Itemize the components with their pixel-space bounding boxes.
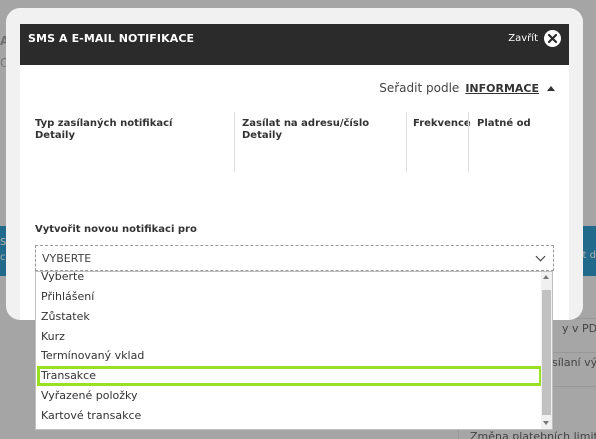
dropdown-option[interactable]: Přihlášení (37, 287, 542, 307)
create-notification-label: Vytvořit novou notifikaci pro (35, 224, 197, 235)
sort-label: Seřadit podle (379, 81, 460, 95)
modal-header: SMS A E-MAIL NOTIFIKACE Zavřít (20, 24, 569, 65)
dropdown-option[interactable]: Kartové transakce (37, 406, 542, 426)
column-header-address: Zasílat na adresu/číslo Detaily (242, 118, 369, 142)
sort-control: Seřadit podle INFORMACE (379, 81, 555, 95)
dropdown-option[interactable]: Zůstatek (37, 307, 542, 327)
column-header-frequency: Frekvence (413, 118, 471, 130)
column-type-sublabel: Detaily (35, 130, 75, 141)
scroll-thumb[interactable] (542, 290, 551, 415)
column-valid-from-label: Platné od (477, 118, 531, 129)
column-divider (468, 112, 469, 172)
modal-title: SMS A E-MAIL NOTIFIKACE (28, 32, 195, 45)
dropdown-option[interactable]: Vyberte (37, 272, 542, 287)
notification-type-select[interactable]: VYBERTE (35, 245, 554, 271)
column-header-type: Typ zasílaných notifikací Detaily (35, 118, 172, 142)
dropdown-option[interactable]: Kurz (37, 327, 542, 347)
scroll-up-icon[interactable] (543, 275, 549, 279)
column-divider (234, 112, 235, 172)
column-address-sublabel: Detaily (242, 130, 282, 141)
dropdown-option-highlighted[interactable]: Transakce (37, 366, 542, 386)
notification-type-dropdown[interactable]: Vyberte Přihlášení Zůstatek Kurz Termíno… (35, 271, 553, 430)
close-icon[interactable] (544, 30, 561, 47)
dropdown-scrollbar[interactable] (541, 272, 552, 429)
column-frequency-label: Frekvence (413, 118, 471, 129)
select-value: VYBERTE (42, 251, 92, 265)
sort-by-link[interactable]: INFORMACE (465, 82, 539, 95)
dropdown-option[interactable]: Termínovaný vklad (37, 346, 542, 366)
chevron-down-icon (535, 251, 546, 261)
column-address-label: Zasílat na adresu/číslo (242, 118, 370, 129)
close-label: Zavřít (508, 33, 538, 44)
dropdown-option[interactable]: Vyřazené položky (37, 386, 542, 406)
column-divider (406, 112, 407, 172)
sort-arrow-up-icon[interactable] (547, 85, 555, 91)
column-type-label: Typ zasílaných notifikací (35, 118, 173, 129)
scroll-down-icon[interactable] (543, 421, 549, 425)
close-button[interactable]: Zavřít (508, 30, 561, 47)
column-header-valid-from: Platné od (477, 118, 531, 130)
